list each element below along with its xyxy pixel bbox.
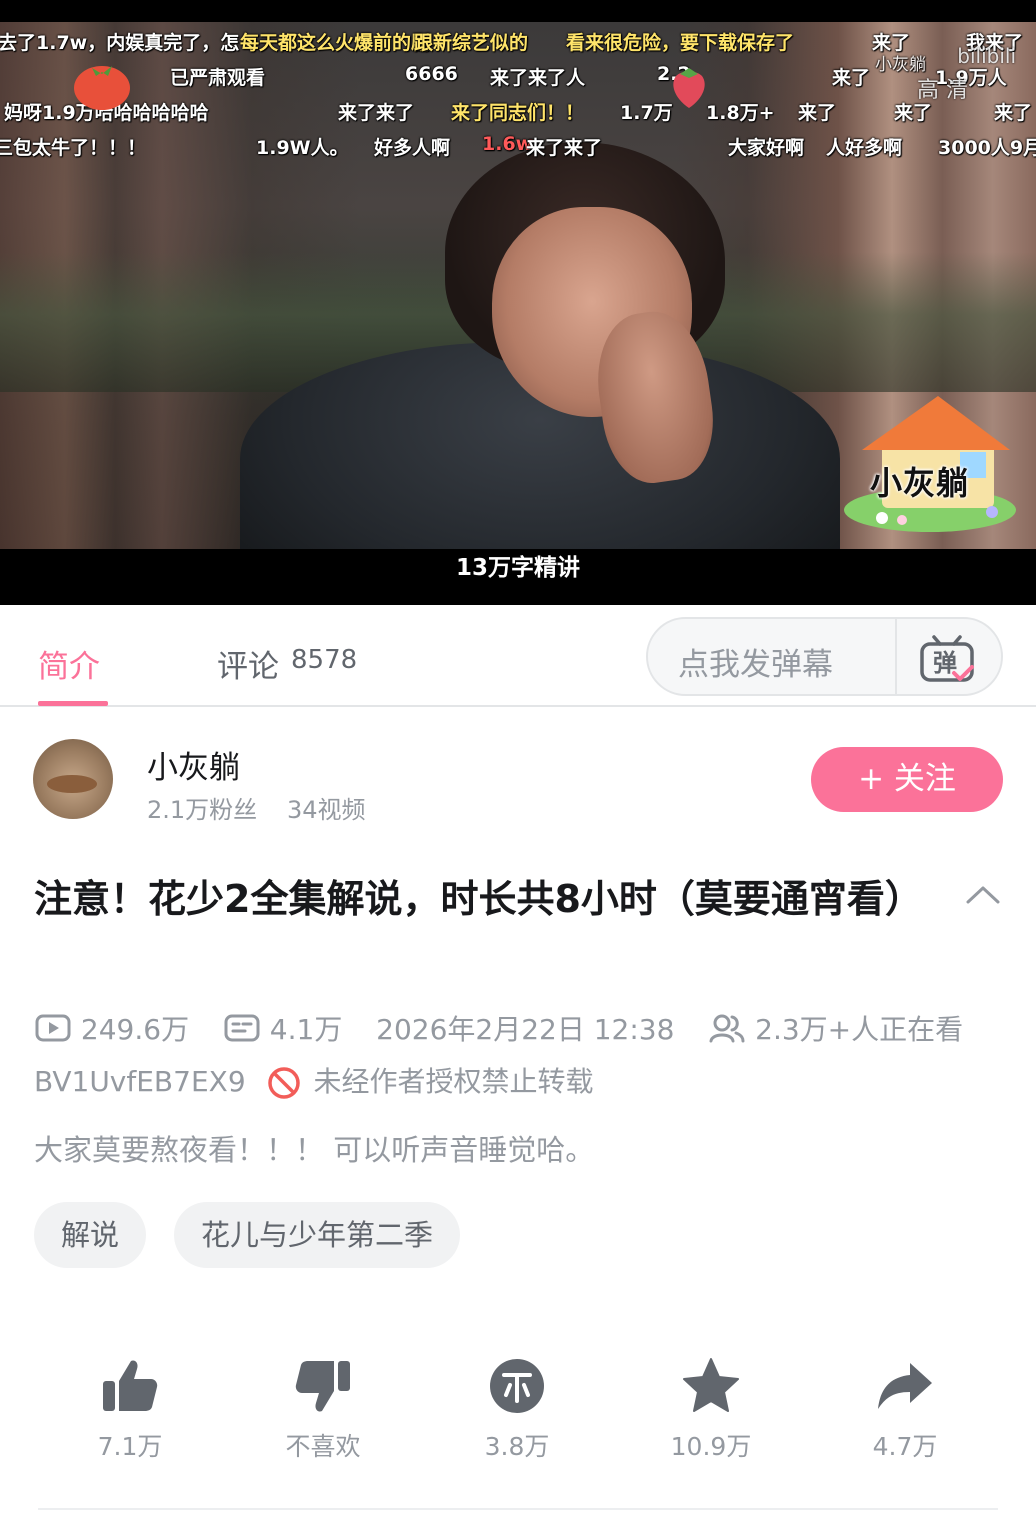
bilibili-watermark: bilibili [957,44,1016,68]
publish-time: 2026年2月22日 12:38 [376,1013,675,1046]
danmaku-item: 来了来了 [338,102,415,124]
video-top-bar [0,0,1036,22]
watching-now: 2.3万+人正在看 [755,1013,964,1046]
like-count: 7.1万 [97,1432,163,1461]
uploader-fans: 2.1万粉丝 [147,796,258,824]
channel-logo-label: 小灰躺 [870,464,970,502]
video-stats-row: 249.6万 4.1万 2026年2月22日 12:38 2.3万+人正在看 [34,1008,963,1048]
uploader-video-count: 34视频 [287,796,366,824]
star-icon [683,1358,739,1412]
video-player[interactable]: 去了1.7w，内娱真完了，怎 每天都这么火爆前的剧 跟新综艺似的 看来很危险，要… [0,0,1036,605]
coin-icon [490,1359,544,1413]
danmaku-item: 跟新综艺似的 [414,32,529,54]
bottom-divider [38,1508,998,1510]
favorite-button[interactable]: 10.9万 [641,1355,781,1463]
danmaku-item: 每天都这么火爆前的剧 [240,32,431,54]
tab-comments[interactable]: 评论 [217,641,279,686]
no-repost-icon [267,1067,300,1099]
strawberry-sticker-icon [673,68,705,108]
danmaku-item: 3000人9月 [938,137,1036,159]
danmaku-input[interactable]: 点我发弹幕 [678,639,833,684]
uploader-name[interactable]: 小灰躺 [147,742,240,787]
danmaku-item: 大家好啊 [728,137,805,159]
danmaku-count: 4.1万 [269,1013,343,1046]
detail-tab-bar: 简介 评论 8578 点我发弹幕 弹 [0,605,1036,707]
danmaku-item: 来了来了人 [490,67,586,89]
danmaku-item: 看来很危险，要下载保存了 [566,32,795,54]
coin-count: 3.8万 [484,1432,550,1461]
danmaku-item: 去了1.7w，内娱真完了，怎 [0,32,240,54]
chevron-up-icon[interactable] [964,880,1002,908]
danmaku-item: 来了 [798,102,837,124]
viewers-icon [709,1014,745,1043]
danmaku-item: 已严肃观看 [170,67,266,89]
favorite-count: 10.9万 [670,1432,752,1461]
video-subtitle: 13万字精讲 [455,555,580,581]
danmaku-item: 6666 [405,63,458,85]
dislike-label: 不喜欢 [285,1432,361,1461]
comment-count: 8578 [291,645,358,675]
danmaku-item: 来了来了 [526,137,603,159]
tag-item[interactable]: 解说 [34,1202,147,1268]
quality-watermark: 高 清 [917,78,968,103]
danmaku-send-box[interactable]: 点我发弹幕 弹 [646,617,1003,696]
danmaku-item: 来了 [994,102,1033,124]
tomato-sticker-icon [74,66,130,110]
danmaku-item: 人好多啊 [826,137,903,159]
bvid: BV1UvfEB7EX9 [34,1065,246,1098]
view-count: 249.6万 [80,1013,190,1046]
video-id-row: BV1UvfEB7EX9 未经作者授权禁止转载 [34,1060,593,1100]
uploader-avatar[interactable] [33,739,113,819]
share-count: 4.7万 [872,1432,938,1461]
danmaku-count-icon [224,1014,260,1042]
play-count-icon [35,1014,71,1042]
thumbs-down-icon [295,1361,350,1412]
copyright-notice: 未经作者授权禁止转载 [313,1065,594,1098]
tab-intro[interactable]: 简介 [38,641,100,686]
danmaku-box-divider [895,619,897,694]
danmaku-item: 三包太牛了！！！ [0,137,147,159]
avatar-dog-image [47,775,97,793]
tab-active-indicator [38,701,108,706]
danmaku-item: 来了 [832,67,871,89]
follow-button[interactable]: + 关注 [811,747,1003,812]
dislike-button[interactable]: 不喜欢 [253,1355,393,1463]
share-arrow-icon [878,1363,932,1409]
danmaku-item: 1.8万+ [706,102,775,124]
thumbs-up-icon [103,1360,158,1411]
like-button[interactable]: 7.1万 [60,1355,200,1463]
share-button[interactable]: 4.7万 [835,1355,975,1463]
danmaku-item: 好多人啊 [374,137,451,159]
danmaku-item: 来了同志们！！ [451,102,585,124]
danmaku-toggle-icon[interactable]: 弹 [918,631,976,685]
danmaku-item: 1.9W人。 [256,137,349,159]
coin-button[interactable]: 3.8万 [447,1355,587,1463]
video-title: 注意！花少2全集解说，时长共8小时（莫要通宵看） [34,877,923,921]
video-description: 大家莫要熬夜看！！！ 可以听声音睡觉哈。 [34,1133,595,1167]
tag-item[interactable]: 花儿与少年第二季 [174,1202,461,1268]
